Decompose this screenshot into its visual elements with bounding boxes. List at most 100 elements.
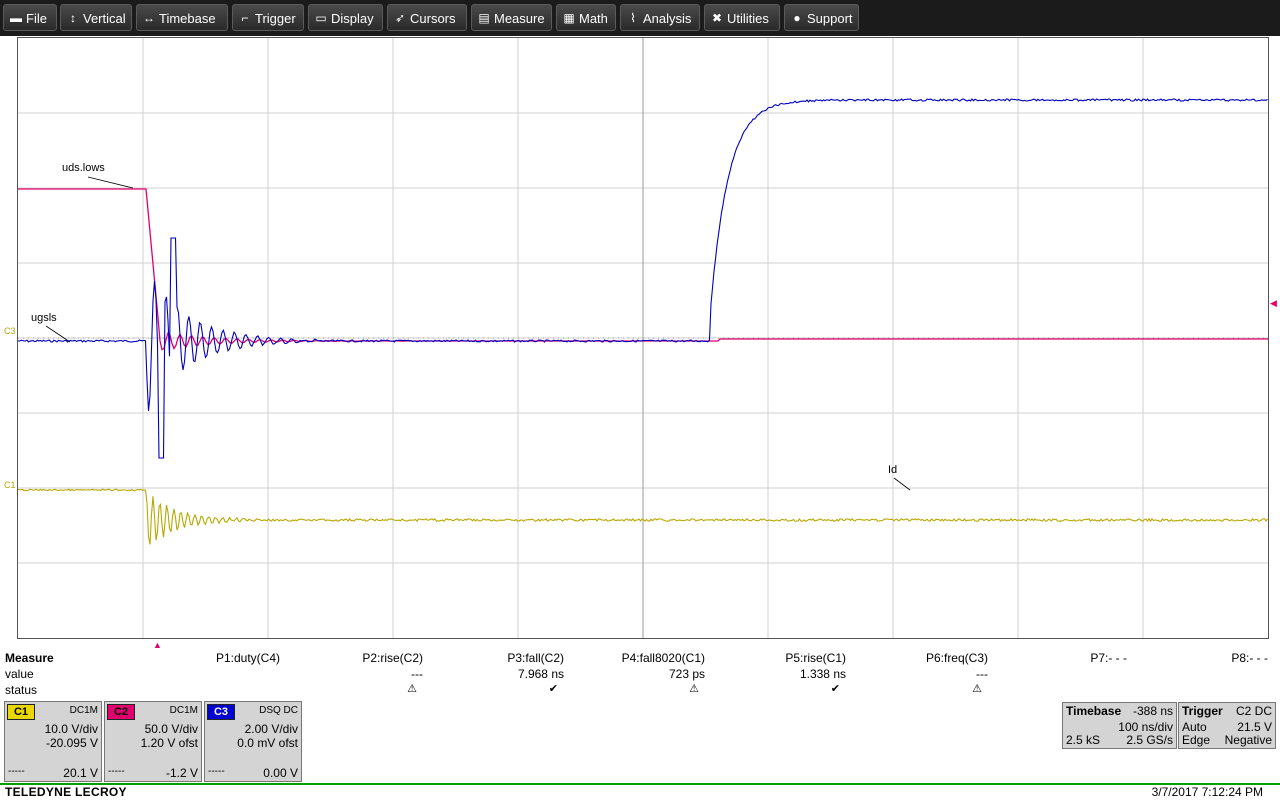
channel-vdiv: 50.0 V/div — [144, 722, 198, 736]
channel-offset: 0.0 mV ofst — [237, 736, 298, 750]
measure-status-icon: ⚠ — [689, 683, 699, 695]
channel-coupling: DC1M — [69, 705, 98, 716]
trace-label-id[interactable]: Id — [888, 464, 897, 476]
vertical-arrows-icon: ↕ — [70, 11, 76, 25]
measure-status-icon: ✔ — [830, 683, 840, 695]
trace-label-ugs[interactable]: ugsls — [31, 312, 57, 324]
trigger-mode: Auto — [1182, 720, 1207, 734]
menu-support-label: Support — [807, 11, 853, 26]
channel-tag: C2 — [107, 704, 135, 720]
waveform-grid[interactable] — [17, 37, 1269, 639]
cursor-icon: ➶ — [394, 11, 406, 25]
timebase-per-div: 100 ns/div — [1118, 720, 1173, 734]
measure-status-icon: ✔ — [548, 683, 558, 695]
horizontal-arrows-icon: ↔ — [143, 11, 155, 25]
measure-status-icon: ⚠ — [407, 683, 417, 695]
channel-descriptor-c3[interactable]: C3 DSQ DC 2.00 V/div 0.0 mV ofst ----- 0.00 V — [204, 701, 302, 782]
measure-param-value: --- — [411, 667, 423, 681]
menu-utilities-label: Utilities — [727, 11, 769, 26]
menu-trigger-button[interactable]: ⌐ Trigger — [232, 4, 304, 31]
info-icon: ● — [793, 11, 801, 25]
timebase-rate: 2.5 GS/s — [1126, 733, 1173, 747]
channel-coupling: DC1M — [169, 705, 198, 716]
menu-timebase-label: Timebase — [159, 11, 216, 26]
menu-vertical-label: Vertical — [83, 11, 126, 26]
measure-status-icon: ⚠ — [972, 683, 982, 695]
measure-param-5[interactable]: P5:rise(C1) 1.338 ns ✔ — [716, 651, 846, 695]
tools-icon: ✖ — [711, 11, 723, 25]
measure-param-value: 7.968 ns — [517, 667, 564, 681]
measure-table: Measure value status P1:duty(C4) P2:rise(C2)… — [0, 650, 1280, 698]
menu-cursors-button[interactable]: ➶ Cursors — [387, 4, 467, 31]
channel-foot-left: ----- — [208, 766, 225, 777]
menu-vertical-button[interactable]: ↕ Vertical — [60, 4, 132, 31]
menu-analysis-button[interactable]: ⌇ Analysis — [620, 4, 700, 31]
menu-measure-button[interactable]: ▤ Measure — [471, 4, 552, 31]
measure-param-1[interactable]: P1:duty(C4) — [150, 651, 280, 667]
menu-timebase-button[interactable]: ↔ Timebase — [136, 4, 228, 31]
menu-support-button[interactable]: ● Support — [784, 4, 859, 31]
channel-tag: C3 — [207, 704, 235, 720]
menu-math-label: Math — [579, 11, 608, 26]
measure-param-6[interactable]: P6:freq(C3) --- ⚠ — [858, 651, 988, 695]
trigger-level-marker: ◀ — [1270, 298, 1277, 308]
timebase-descriptor[interactable]: Timebase -388 ns 100 ns/div 2.5 kS 2.5 G… — [1062, 702, 1177, 749]
channel-tag: C1 — [7, 704, 35, 720]
trigger-edge-icon: ⌐ — [241, 11, 249, 25]
menu-utilities-button[interactable]: ✖ Utilities — [704, 4, 780, 31]
measure-param-value: 723 ps — [668, 667, 705, 681]
measure-param-name: P2:rise(C2) — [362, 651, 423, 665]
measure-row-value: value — [5, 667, 34, 681]
measure-param-name: P7:- - - — [1090, 651, 1127, 665]
measure-param-name: P4:fall8020(C1) — [621, 651, 705, 665]
display-icon: ▭ — [315, 11, 327, 25]
chart-icon: ⌇ — [630, 11, 636, 25]
measure-param-name: P5:rise(C1) — [785, 651, 846, 665]
timebase-samples: 2.5 kS — [1066, 733, 1101, 747]
brand-logo: TELEDYNE LECROY — [5, 785, 127, 799]
timebase-delay: -388 ns — [1132, 704, 1173, 718]
channel-descriptor-c2[interactable]: C2 DC1M 50.0 V/div 1.20 V ofst ----- -1.2 V — [104, 701, 202, 782]
menu-display-button[interactable]: ▭ Display — [308, 4, 383, 31]
measure-param-name: P1:duty(C4) — [215, 651, 280, 665]
measure-param-name: P3:fall(C2) — [507, 651, 564, 665]
measure-param-2[interactable]: P2:rise(C2) --- ⚠ — [293, 651, 423, 695]
graticule — [18, 38, 1268, 638]
channel-marker-c3: C3 — [4, 326, 16, 336]
channel-descriptor-c1[interactable]: C1 DC1M 10.0 V/div -20.095 V ----- 20.1 V — [4, 701, 102, 782]
channel-foot-right: 0.00 V — [263, 766, 298, 780]
channel-foot-left: ----- — [8, 766, 25, 777]
trigger-title: Trigger — [1182, 704, 1223, 718]
menu-measure-label: Measure — [494, 11, 545, 26]
menu-file-label: File — [26, 11, 47, 26]
measure-param-value: --- — [976, 667, 988, 681]
menu-cursors-label: Cursors — [410, 11, 456, 26]
measure-row-status: status — [5, 683, 38, 697]
channel-offset: -20.095 V — [45, 736, 98, 750]
measure-param-3[interactable]: P3:fall(C2) 7.968 ns ✔ — [434, 651, 564, 695]
measure-param-4[interactable]: P4:fall8020(C1) 723 ps ⚠ — [575, 651, 705, 695]
channel-foot-right: -1.2 V — [165, 766, 198, 780]
channel-marker-c1: C1 — [4, 480, 16, 490]
trace-label-uds[interactable]: uds.lows — [62, 162, 105, 174]
trigger-type: Edge — [1182, 733, 1211, 747]
trigger-source: C2 DC — [1235, 704, 1272, 718]
menu-analysis-label: Analysis — [643, 11, 692, 26]
measure-param-name: P6:freq(C3) — [925, 651, 988, 665]
menu-trigger-label: Trigger — [255, 11, 296, 26]
trigger-position-marker: ▲ — [153, 640, 162, 650]
menu-file-button[interactable]: ▬ File — [3, 4, 57, 31]
trigger-descriptor[interactable]: Trigger C2 DC Auto 21.5 V Edge Negative — [1178, 702, 1276, 749]
footer: TELEDYNE LECROY 3/7/2017 7:12:24 PM — [0, 785, 1280, 800]
channel-coupling: DSQ DC — [259, 705, 298, 716]
channel-foot-left: ----- — [108, 766, 125, 777]
trigger-level: 21.5 V — [1237, 720, 1272, 734]
calculator-icon: ▦ — [563, 11, 575, 25]
measure-param-7[interactable]: P7:- - - — [997, 651, 1127, 667]
menu-bar: ▬ File ↕ Vertical ↔ Timebase ⌐ Trigger ▭ Display ➶… — [0, 0, 1280, 36]
measure-icon: ▤ — [478, 11, 490, 25]
measure-param-8[interactable]: P8:- - - — [1138, 651, 1268, 667]
menu-math-button[interactable]: ▦ Math — [556, 4, 616, 31]
folder-icon: ▬ — [10, 11, 22, 25]
datetime: 3/7/2017 7:12:24 PM — [1151, 785, 1263, 799]
